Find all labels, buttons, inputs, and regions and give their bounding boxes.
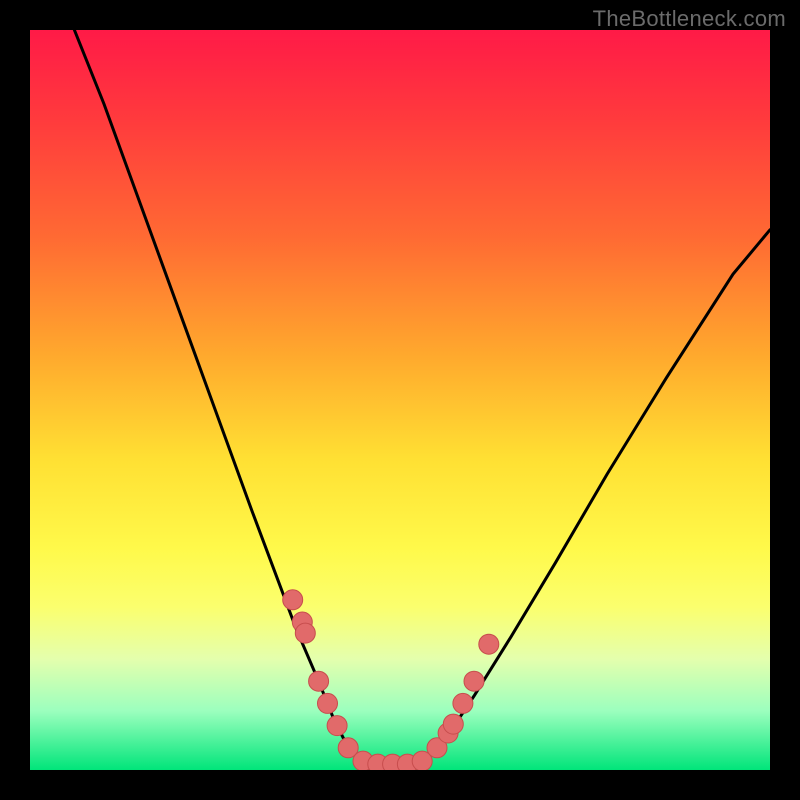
marker-group bbox=[283, 590, 499, 770]
data-point bbox=[464, 671, 484, 691]
data-point bbox=[309, 671, 329, 691]
data-point bbox=[327, 716, 347, 736]
data-point bbox=[283, 590, 303, 610]
data-point bbox=[453, 693, 473, 713]
data-point bbox=[318, 693, 338, 713]
curve-left bbox=[74, 30, 363, 763]
watermark-text: TheBottleneck.com bbox=[593, 6, 786, 32]
data-point bbox=[295, 623, 315, 643]
chart-frame: TheBottleneck.com bbox=[0, 0, 800, 800]
plot-area bbox=[30, 30, 770, 770]
data-point bbox=[443, 714, 463, 734]
chart-svg bbox=[30, 30, 770, 770]
data-point bbox=[479, 634, 499, 654]
